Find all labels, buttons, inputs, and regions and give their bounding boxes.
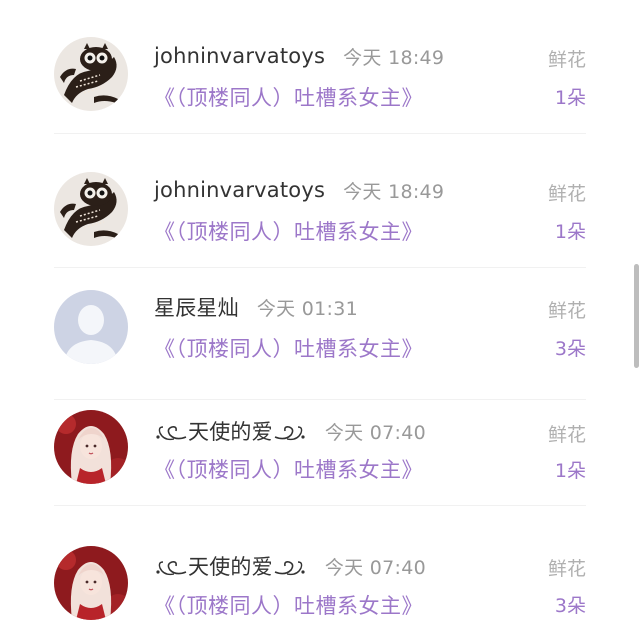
username[interactable]: 星辰星灿 (154, 292, 239, 322)
timestamp: 今天 07:40 (324, 556, 427, 579)
list-item[interactable]: johninvarvatoys 今天 18:49 《（顶楼同人）吐槽系女主》 鲜… (0, 134, 640, 268)
name-line: johninvarvatoys 今天 18:49 (154, 174, 444, 206)
right-flourish-icon (274, 561, 305, 576)
left-flourish-icon (156, 426, 187, 441)
username[interactable]: 天使的爱 (188, 416, 273, 446)
timestamp: 今天 18:49 (343, 180, 445, 203)
novel-title-link[interactable]: 《（顶楼同人）吐槽系女主》 (154, 216, 423, 246)
girl-avatar[interactable] (54, 546, 128, 620)
name-line: johninvarvatoys 今天 18:49 (154, 40, 444, 72)
gift-type: 鲜花 (547, 558, 586, 580)
name-line: 天使的爱 今天 07:40 (154, 550, 426, 582)
default-avatar[interactable] (54, 290, 128, 364)
novel-title-link[interactable]: 《（顶楼同人）吐槽系女主》 (154, 333, 423, 363)
owl-avatar[interactable] (54, 37, 128, 111)
owl-avatar-icon (54, 37, 128, 111)
gift-type: 鲜花 (547, 183, 586, 205)
gift-type: 鲜花 (547, 49, 586, 71)
username[interactable]: 天使的爱 (188, 551, 273, 581)
list-item[interactable]: johninvarvatoys 今天 18:49 《（顶楼同人）吐槽系女主》 鲜… (0, 0, 640, 134)
gift-count: 3朵 (554, 338, 586, 360)
username[interactable]: johninvarvatoys (154, 178, 325, 202)
gift-list: johninvarvatoys 今天 18:49 《（顶楼同人）吐槽系女主》 鲜… (0, 0, 640, 624)
default-user-icon (54, 290, 128, 364)
gift-count: 1朵 (554, 460, 586, 482)
gift-count: 1朵 (554, 87, 586, 109)
owl-avatar[interactable] (54, 172, 128, 246)
name-line: 星辰星灿 今天 01:31 (154, 291, 358, 323)
timestamp: 今天 07:40 (324, 421, 427, 444)
timestamp: 今天 01:31 (256, 297, 359, 320)
gift-type: 鲜花 (547, 424, 586, 446)
scrollbar-thumb[interactable] (634, 264, 639, 368)
girl-avatar-icon (54, 546, 128, 620)
novel-title-link[interactable]: 《（顶楼同人）吐槽系女主》 (154, 590, 423, 620)
gift-count: 3朵 (554, 595, 586, 617)
timestamp: 今天 18:49 (343, 46, 445, 69)
right-flourish-icon (274, 426, 305, 441)
list-item[interactable]: 天使的爱 今天 07:40 《（顶楼同人）吐槽系女主》 鲜花 3朵 (0, 506, 640, 640)
gift-type: 鲜花 (547, 300, 586, 322)
name-line: 天使的爱 今天 07:40 (154, 415, 426, 447)
gift-count: 1朵 (554, 221, 586, 243)
novel-title-link[interactable]: 《（顶楼同人）吐槽系女主》 (154, 454, 423, 484)
owl-avatar-icon (54, 172, 128, 246)
list-item[interactable]: 天使的爱 今天 07:40 《（顶楼同人）吐槽系女主》 鲜花 1朵 (0, 372, 640, 506)
novel-title-link[interactable]: 《（顶楼同人）吐槽系女主》 (154, 82, 423, 112)
left-flourish-icon (156, 561, 187, 576)
username[interactable]: johninvarvatoys (154, 44, 325, 68)
girl-avatar-icon (54, 410, 128, 484)
girl-avatar[interactable] (54, 410, 128, 484)
